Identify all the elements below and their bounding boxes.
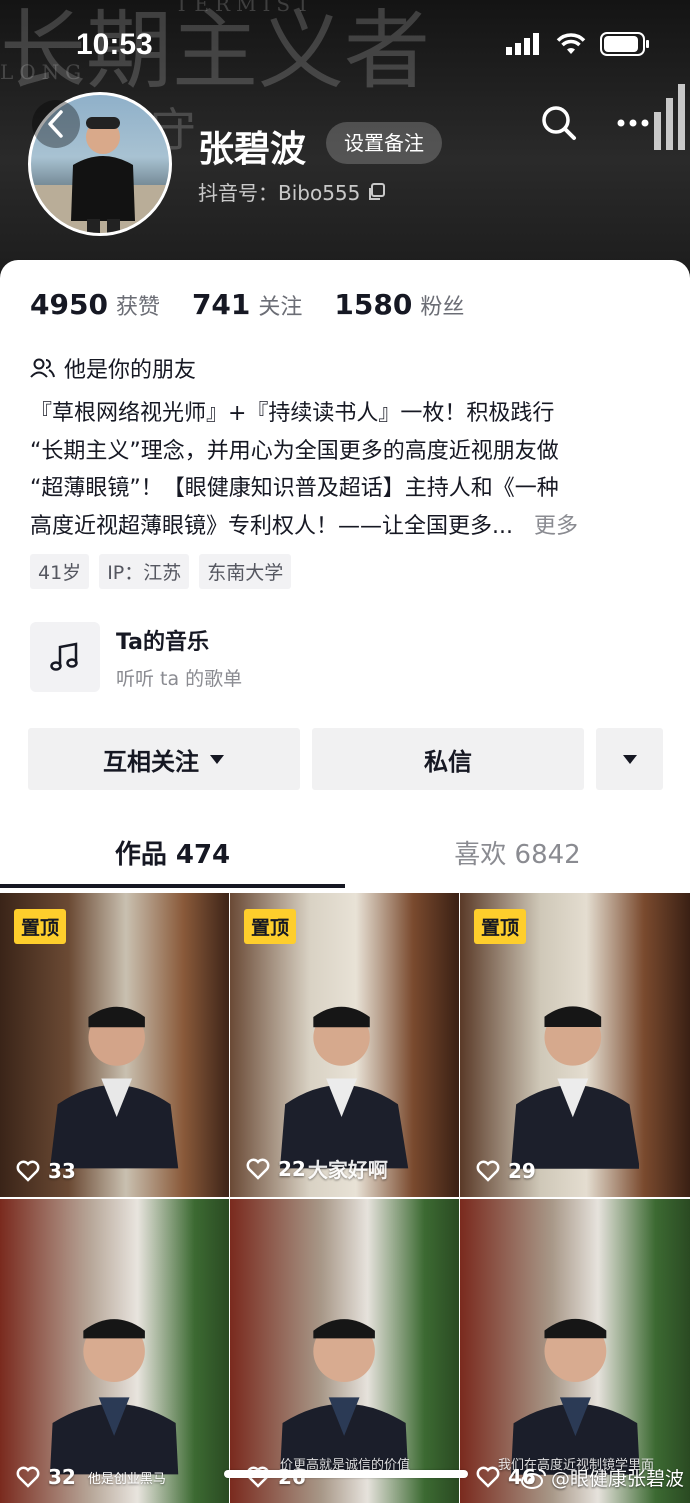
friend-indicator: 他是你的朋友 xyxy=(30,352,196,384)
message-button[interactable]: 私信 xyxy=(312,728,584,790)
tab-works[interactable]: 作品 474 xyxy=(0,825,345,885)
watermark-text: @眼健康张碧波 xyxy=(550,1468,684,1490)
profile-card: 4950 获赞 741 关注 1580 粉丝 他是你的朋友 『草根网络视光师』+… xyxy=(0,260,690,1503)
stat-fans-label: 粉丝 xyxy=(420,295,465,320)
battery-icon xyxy=(600,32,649,56)
bio-line-last: 高度近视超薄眼镜》专利权人！——让全国更多... 更多 xyxy=(30,508,650,546)
music-note-icon xyxy=(30,622,100,692)
video-tile[interactable]: 我们在高度近视制镜学里面 46 xyxy=(460,1199,690,1503)
tag-ip: IP：江苏 xyxy=(99,554,190,589)
video-tile[interactable]: 置顶 33 xyxy=(0,893,229,1197)
tag-age: 41岁 xyxy=(30,554,90,589)
signal-icon xyxy=(506,33,539,55)
video-caption: 他是创业黑马 xyxy=(87,1471,166,1487)
more-actions-button[interactable] xyxy=(596,728,663,790)
stat-following-label: 关注 xyxy=(258,295,303,320)
chevron-left-icon xyxy=(48,110,63,138)
video-likes-count: 32 xyxy=(48,1465,76,1489)
stat-likes-label: 获赞 xyxy=(115,295,160,320)
pinned-badge: 置顶 xyxy=(474,909,527,944)
tab-underline xyxy=(0,884,345,888)
set-remark-button[interactable]: 设置备注 xyxy=(326,122,442,164)
bio-line: “超薄眼镜”！【眼健康知识普及超话】主持人和《一种 xyxy=(30,476,559,501)
watermark: @眼健康张碧波 xyxy=(520,1464,684,1491)
bio-line-text: 高度近视超薄眼镜》专利权人！——让全国更多... xyxy=(30,513,513,539)
weibo-logo-icon xyxy=(520,1468,546,1489)
video-tile[interactable]: 价更高就是诚信的价值 26 xyxy=(230,1199,459,1503)
tag-school[interactable]: 东南大学 xyxy=(199,554,292,589)
search-icon xyxy=(542,106,576,140)
stat-fans[interactable]: 1580 粉丝 xyxy=(334,288,464,321)
heart-icon xyxy=(16,1466,40,1488)
stat-fans-count: 1580 xyxy=(334,288,413,321)
more-button[interactable] xyxy=(608,100,658,146)
stat-likes: 4950 获赞 xyxy=(30,288,160,321)
video-likes-count: 33 xyxy=(48,1159,76,1183)
pinned-badge: 置顶 xyxy=(244,909,297,944)
douyin-id-text: 抖音号：Bibo555 xyxy=(198,181,361,205)
status-icons xyxy=(506,32,650,56)
home-indicator[interactable] xyxy=(224,1470,468,1478)
douyin-id: 抖音号：Bibo555 xyxy=(198,177,386,206)
video-likes: 32 他是创业黑马 xyxy=(16,1465,166,1489)
wifi-icon xyxy=(556,33,586,54)
music-subtitle: 听听 ta 的歌单 xyxy=(116,667,243,690)
mutual-follow-button[interactable]: 互相关注 xyxy=(28,728,300,790)
bio-line: 『草根网络视光师』+『持续读书人』一枚！积极践行 xyxy=(30,401,555,426)
message-label: 私信 xyxy=(424,747,472,776)
action-buttons: 互相关注 私信 xyxy=(28,728,663,790)
music-text: Ta的音乐 听听 ta 的歌单 xyxy=(116,624,242,691)
mutual-follow-label: 互相关注 xyxy=(103,747,199,776)
copy-icon[interactable] xyxy=(368,182,386,201)
stats-row: 4950 获赞 741 关注 1580 粉丝 xyxy=(30,288,464,321)
video-tile[interactable]: 置顶 22 大家好啊 xyxy=(230,893,459,1197)
stat-likes-count: 4950 xyxy=(30,288,108,321)
bio-more-link[interactable]: 更多 xyxy=(534,514,578,539)
video-likes-count: 22 xyxy=(278,1156,306,1181)
search-button[interactable] xyxy=(536,100,582,146)
heart-icon xyxy=(476,1160,500,1182)
bio-line: “长期主义”理念，并用心为全国更多的高度近视朋友做 xyxy=(30,438,559,464)
caret-down-icon xyxy=(622,755,637,764)
heart-icon xyxy=(476,1466,500,1488)
back-button[interactable] xyxy=(32,100,80,148)
heart-icon xyxy=(246,1158,270,1180)
stat-following[interactable]: 741 关注 xyxy=(192,288,302,321)
caret-down-icon xyxy=(210,755,224,764)
more-dots-icon xyxy=(617,119,649,127)
header-bg-text-3: LONG xyxy=(0,60,88,84)
video-likes-count: 29 xyxy=(508,1159,536,1183)
music-entry[interactable]: Ta的音乐 听听 ta 的歌单 xyxy=(30,622,242,692)
video-tile[interactable]: 置顶 29 xyxy=(460,893,690,1197)
video-likes: 29 xyxy=(476,1159,536,1183)
status-time: 10:53 xyxy=(76,28,153,61)
friends-icon xyxy=(30,358,55,378)
music-title: Ta的音乐 xyxy=(116,629,210,655)
video-caption: 大家好啊 xyxy=(307,1158,388,1182)
friend-label: 他是你的朋友 xyxy=(64,358,197,383)
video-tile[interactable]: 32 他是创业黑马 xyxy=(0,1199,229,1503)
video-grid: 置顶 33 置顶 22 大家好啊 置顶 29 32 他是创业黑马 价更高就是诚信… xyxy=(0,893,690,1503)
stat-following-count: 741 xyxy=(191,288,251,321)
profile-tags: 41岁 IP：江苏 东南大学 xyxy=(30,554,292,589)
profile-name: 张碧波 xyxy=(198,129,307,170)
heart-icon xyxy=(16,1160,40,1182)
header-bg-text-2: TERMIST xyxy=(175,0,316,16)
video-likes: 33 xyxy=(16,1159,76,1183)
tab-likes[interactable]: 喜欢 6842 xyxy=(345,825,690,885)
video-likes: 22 大家好啊 xyxy=(246,1154,388,1183)
bio[interactable]: 『草根网络视光师』+『持续读书人』一枚！积极践行 “长期主义”理念，并用心为全国… xyxy=(30,395,650,545)
pinned-badge: 置顶 xyxy=(14,909,67,944)
